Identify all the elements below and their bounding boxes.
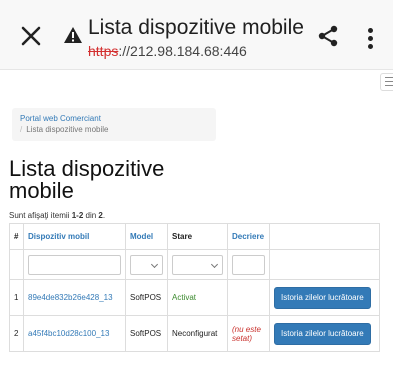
share-icon[interactable] bbox=[316, 24, 340, 48]
action-cell: Istoria zilelor lucrătoare bbox=[269, 315, 380, 352]
summary-end: . bbox=[102, 211, 106, 220]
table-row: 2 a45f4bc10d28c100_13 SoftPOS Neconfigur… bbox=[9, 315, 380, 352]
filter-cell-description bbox=[227, 249, 270, 280]
device-status: Activat bbox=[167, 279, 228, 316]
page-title[interactable]: Lista dispozitive mobile bbox=[88, 16, 304, 40]
column-header-device[interactable]: Dispozitiv mobil bbox=[23, 223, 126, 250]
table-row: 1 89e4de832b26e428_13 SoftPOS Activat Is… bbox=[9, 279, 380, 316]
device-id-link[interactable]: a45f4bc10d28c100_13 bbox=[23, 315, 126, 352]
sort-device-link[interactable]: Dispozitiv mobil bbox=[28, 232, 89, 241]
status-filter-select[interactable] bbox=[172, 254, 223, 275]
url-bar[interactable]: https://212.98.184.68:446 bbox=[88, 43, 247, 59]
browser-toolbar: Lista dispozitive mobile https://212.98.… bbox=[0, 0, 393, 70]
summary-mid: din bbox=[85, 211, 97, 220]
sort-description-link[interactable]: Decriere bbox=[232, 232, 264, 241]
warning-icon[interactable] bbox=[63, 26, 83, 44]
device-link[interactable]: a45f4bc10d28c100_13 bbox=[28, 329, 109, 338]
workday-history-button[interactable]: Istoria zilelor lucrătoare bbox=[274, 322, 371, 345]
results-summary: Sunt afişaţi itemii 1-2 din 2. bbox=[9, 211, 105, 220]
column-header-model[interactable]: Model bbox=[125, 223, 168, 250]
hamburger-menu-icon[interactable] bbox=[380, 73, 393, 91]
device-status: Neconfigurat bbox=[167, 315, 228, 352]
filter-cell-actions bbox=[269, 249, 380, 280]
breadcrumb-home-link[interactable]: Portal web Comerciant bbox=[20, 113, 208, 124]
device-description bbox=[227, 279, 270, 316]
breadcrumb-current-label: Lista dispozitive mobile bbox=[26, 125, 109, 134]
column-header-description[interactable]: Decriere bbox=[227, 223, 270, 250]
url-protocol: https bbox=[88, 43, 119, 59]
column-header-number: # bbox=[9, 223, 24, 250]
row-number: 2 bbox=[9, 315, 24, 352]
sort-model-link[interactable]: Model bbox=[130, 232, 153, 241]
more-menu-icon[interactable] bbox=[368, 28, 374, 52]
column-header-actions bbox=[269, 223, 380, 250]
breadcrumb-current: / Lista dispozitive mobile bbox=[20, 124, 208, 135]
filter-cell-empty bbox=[9, 249, 24, 280]
device-filter-input[interactable] bbox=[28, 254, 121, 275]
filter-cell-status bbox=[167, 249, 228, 280]
column-header-status: Stare bbox=[167, 223, 228, 250]
action-cell: Istoria zilelor lucrătoare bbox=[269, 279, 380, 316]
table-header-row: # Dispozitiv mobil Model Stare Decriere bbox=[9, 223, 380, 250]
summary-range: 1-2 bbox=[71, 211, 84, 220]
breadcrumb-separator: / bbox=[20, 125, 23, 134]
device-model: SoftPOS bbox=[125, 315, 168, 352]
url-host: ://212.98.184.68:446 bbox=[118, 43, 247, 59]
filter-row bbox=[9, 249, 380, 280]
device-id-link[interactable]: 89e4de832b26e428_13 bbox=[23, 279, 126, 316]
description-filter-input[interactable] bbox=[232, 254, 265, 275]
model-filter-select[interactable] bbox=[130, 254, 163, 275]
filter-cell-device bbox=[23, 249, 126, 280]
filter-cell-model bbox=[125, 249, 168, 280]
page-heading: Lista dispozitive mobile bbox=[9, 156, 165, 203]
device-model: SoftPOS bbox=[125, 279, 168, 316]
row-number: 1 bbox=[9, 279, 24, 316]
breadcrumb: Portal web Comerciant / Lista dispozitive… bbox=[12, 108, 216, 141]
devices-table: # Dispozitiv mobil Model Stare Decriere … bbox=[9, 223, 380, 352]
workday-history-button[interactable]: Istoria zilelor lucrătoare bbox=[274, 286, 371, 309]
summary-prefix: Sunt afişaţi itemii bbox=[9, 211, 70, 220]
device-link[interactable]: 89e4de832b26e428_13 bbox=[28, 293, 113, 302]
device-description: (nu este setat) bbox=[227, 315, 270, 352]
close-icon[interactable] bbox=[20, 25, 42, 47]
page-content: Portal web Comerciant / Lista dispozitive… bbox=[0, 71, 393, 381]
